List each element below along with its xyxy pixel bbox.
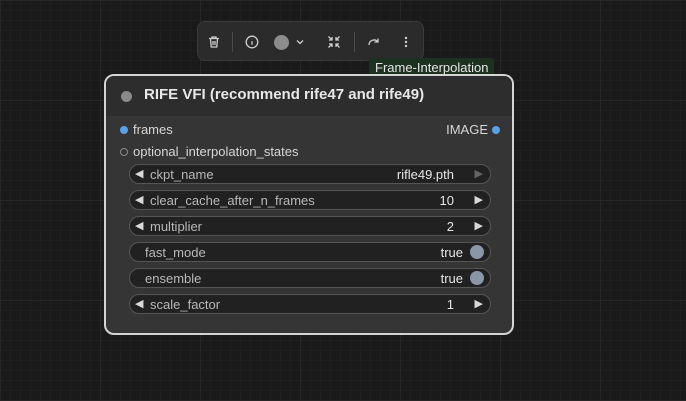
toolbar-separator — [232, 32, 233, 52]
decrement-arrow-icon[interactable]: ◀ — [135, 297, 143, 310]
decrement-arrow-icon[interactable]: ◀ — [135, 167, 143, 180]
redo-icon[interactable] — [362, 30, 386, 54]
widget-value: true — [440, 245, 463, 260]
collapse-dot-icon[interactable] — [121, 91, 132, 102]
more-vertical-icon[interactable] — [394, 30, 418, 54]
input-label-optional-interpolation-states: optional_interpolation_states — [133, 144, 299, 159]
color-swatch — [274, 34, 289, 50]
input-slot-frames[interactable] — [120, 126, 128, 134]
trash-icon[interactable] — [202, 30, 226, 54]
ensemble-toggle[interactable]: ensemble true — [129, 268, 491, 288]
toggle-knob — [470, 245, 484, 259]
widget-value: rifle49.pth — [396, 167, 454, 182]
input-slot-optional-interpolation-states[interactable] — [120, 148, 128, 156]
widget-label: ckpt_name — [150, 167, 214, 182]
ckpt-name-combo[interactable]: ◀ ckpt_name rifle49.pth ▶ — [129, 164, 491, 184]
collapse-icon[interactable] — [322, 30, 346, 54]
increment-arrow-icon[interactable]: ▶ — [475, 193, 483, 206]
increment-arrow-icon[interactable]: ▶ — [475, 297, 483, 310]
info-icon[interactable] — [240, 30, 264, 54]
widget-label: clear_cache_after_n_frames — [150, 193, 315, 208]
toolbar-separator — [354, 32, 355, 52]
widget-label: multiplier — [150, 219, 203, 234]
widget-label: scale_factor — [150, 297, 221, 312]
rife-vfi-node[interactable]: RIFE VFI (recommend rife47 and rife49) f… — [104, 74, 514, 335]
input-label-frames: frames — [133, 122, 173, 137]
multiplier-number[interactable]: ◀ multiplier 2 ▶ — [129, 216, 491, 236]
node-header[interactable]: RIFE VFI (recommend rife47 and rife49) — [106, 76, 512, 116]
widget-label: ensemble — [145, 271, 202, 286]
output-label-image: IMAGE — [446, 122, 488, 137]
increment-arrow-icon[interactable]: ▶ — [475, 167, 483, 180]
decrement-arrow-icon[interactable]: ◀ — [135, 219, 143, 232]
widget-value: 2 — [446, 219, 454, 234]
clear-cache-number[interactable]: ◀ clear_cache_after_n_frames 10 ▶ — [129, 190, 491, 210]
widget-value: 10 — [439, 193, 454, 208]
increment-arrow-icon[interactable]: ▶ — [475, 219, 483, 232]
fast-mode-toggle[interactable]: fast_mode true — [129, 242, 491, 262]
output-slot-image[interactable] — [492, 126, 500, 134]
node-title: RIFE VFI (recommend rife47 and rife49) — [144, 86, 425, 103]
chevron-down-icon — [296, 40, 304, 45]
node-toolbar — [197, 21, 424, 61]
decrement-arrow-icon[interactable]: ◀ — [135, 193, 143, 206]
scale-factor-number[interactable]: ◀ scale_factor 1 ▶ — [129, 294, 491, 314]
widget-label: fast_mode — [145, 245, 206, 260]
widget-value: true — [440, 271, 463, 286]
color-picker-button[interactable] — [274, 32, 308, 52]
toggle-knob — [470, 271, 484, 285]
widget-value: 1 — [446, 297, 454, 312]
